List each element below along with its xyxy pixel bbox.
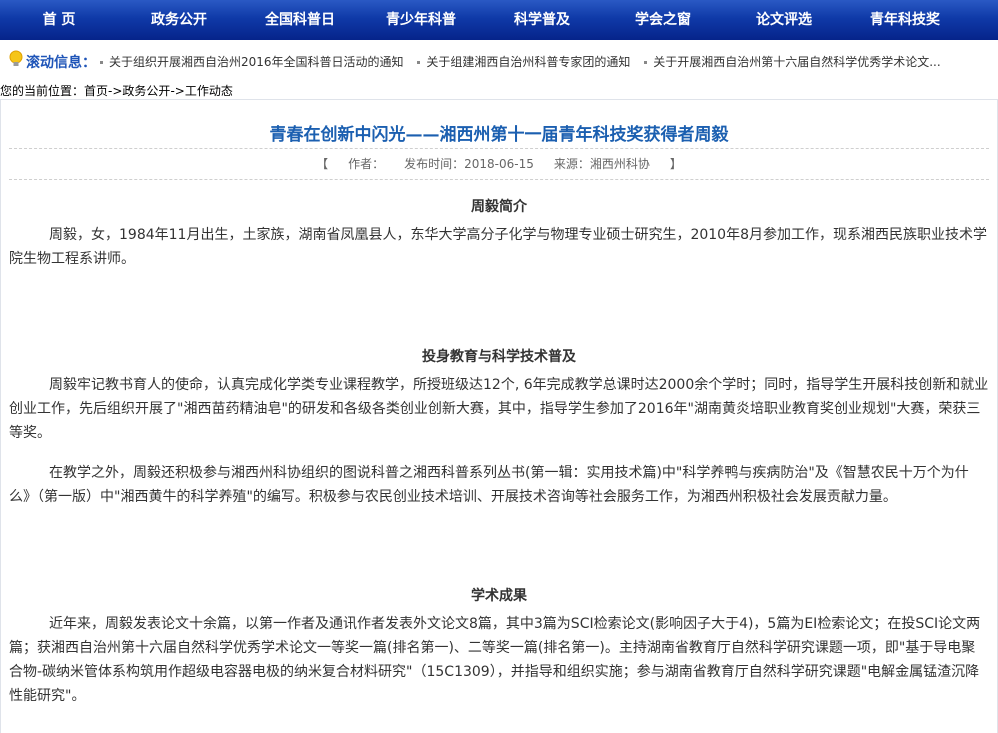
meta-author: 作者： [348,157,385,171]
paragraph: 近年来，周毅发表论文十余篇，以第一作者及通讯作者发表外文论文8篇，其中3篇为SC… [9,616,981,704]
meta-bracket-open: 【 [316,157,329,171]
main-nav: 首 页 政务公开 全国科普日 青少年科普 科学普及 学会之窗 论文评选 青年科技… [0,0,998,40]
article-container: 青春在创新中闪光——湘西州第十一届青年科技奖获得者周毅 【 作者： 发布时间：201… [0,99,998,733]
breadcrumb-home-link[interactable]: 首页 [84,84,108,98]
section-heading-education: 投身教育与科学技术普及 [422,349,576,365]
nav-government-affairs[interactable]: 政务公开 [118,0,240,40]
nav-society-window[interactable]: 学会之窗 [602,0,724,40]
lightbulb-icon [9,50,23,66]
divider [9,179,989,180]
section-heading-intro: 周毅简介 [471,199,527,215]
article-title: 青春在创新中闪光——湘西州第十一届青年科技奖获得者周毅 [269,125,729,145]
nav-science-popularization[interactable]: 科学普及 [482,0,602,40]
breadcrumb: 您的当前位置：首页->政务公开->工作动态 [0,82,233,99]
ticker-item[interactable]: 关于组织开展湘西自治州2016年全国科普日活动的通知 [100,53,404,70]
meta-bracket-close: 】 [669,157,682,171]
ticker-label: 滚动信息： [26,55,96,71]
ticker-item[interactable]: 关于组建湘西自治州科普专家团的通知 [417,53,630,70]
article-meta: 【 作者： 发布时间：2018-06-15 来源：湘西州科协 】 [1,155,997,172]
paragraph: 周毅牢记教书育人的使命，认真完成化学类专业课程教学，所授班级达12个, 6年完成… [9,377,989,441]
nav-home[interactable]: 首 页 [0,0,118,40]
breadcrumb-work-news-link[interactable]: 工作动态 [185,84,233,98]
breadcrumb-separator: -> [170,84,185,98]
news-ticker: 滚动信息： 关于组织开展湘西自治州2016年全国科普日活动的通知 关于组建湘西自… [0,48,998,72]
nav-youth-tech-award[interactable]: 青年科技奖 [844,0,966,40]
paragraph: 在教学之外，周毅还积极参与湘西州科协组织的图说科普之湘西科普系列丛书(第一辑：实… [9,465,969,505]
breadcrumb-government-link[interactable]: 政务公开 [122,84,170,98]
nav-paper-evaluation[interactable]: 论文评选 [724,0,844,40]
meta-date: 发布时间：2018-06-15 [404,157,534,171]
breadcrumb-separator: -> [108,84,123,98]
nav-youth-science[interactable]: 青少年科普 [360,0,482,40]
meta-source: 来源：湘西州科协 [553,157,650,171]
section-heading-achievements: 学术成果 [471,588,527,604]
ticker-item[interactable]: 关于开展湘西自治州第十六届自然科学优秀学术论文... [644,53,941,70]
divider [9,148,989,149]
nav-national-science-day[interactable]: 全国科普日 [240,0,360,40]
paragraph: 周毅，女，1984年11月出生，土家族，湖南省凤凰县人，东华大学高分子化学与物理… [9,227,987,267]
breadcrumb-prefix: 您的当前位置： [0,84,85,98]
